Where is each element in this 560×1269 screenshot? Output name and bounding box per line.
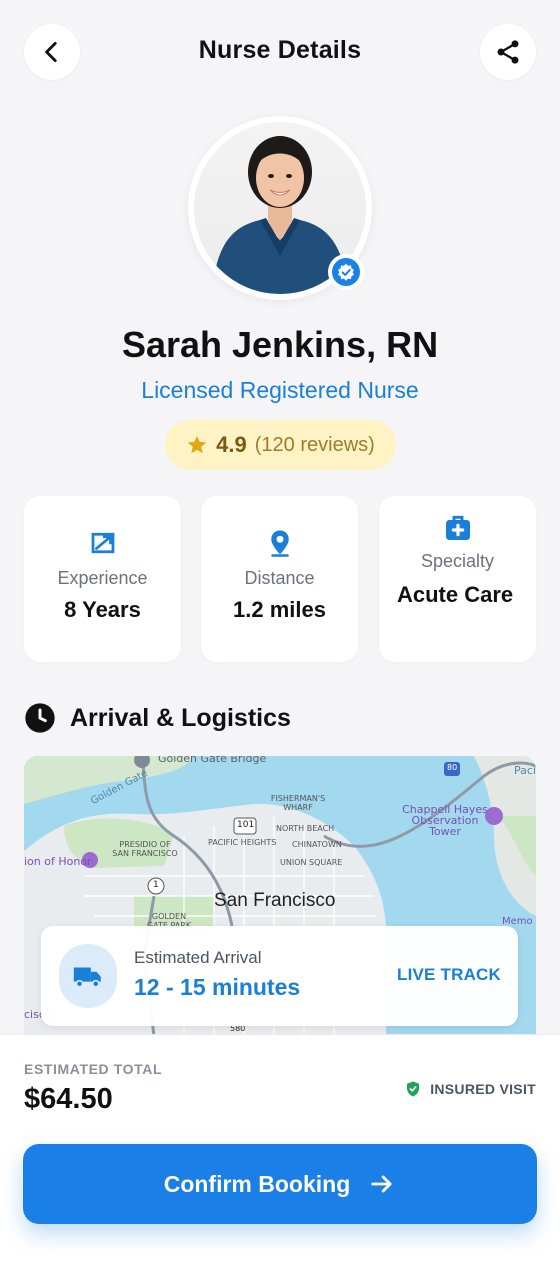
- map-label-legion-of-honor: ion of Honor: [24, 855, 92, 868]
- page-title: Nurse Details: [198, 36, 362, 64]
- map-label-north-beach: NORTH BEACH: [276, 824, 335, 833]
- insured-badge: INSURED VISIT: [404, 1080, 536, 1098]
- star-icon: [188, 435, 207, 454]
- app-header: Nurse Details: [0, 0, 560, 104]
- experience-value: 8 Years: [64, 597, 141, 622]
- truck-icon-wrap: [59, 944, 117, 1008]
- share-button[interactable]: [480, 24, 536, 80]
- arrow-right-icon: [371, 1175, 392, 1193]
- map-label-pacific-heights: PACIFIC HEIGHTS: [208, 838, 277, 847]
- map-label-chinatown: CHINATOWN: [292, 840, 342, 849]
- map-label-pacific: Paci: [514, 764, 536, 777]
- map-label-chappell-hayes: Chappell Hayes Observation Tower: [402, 803, 488, 838]
- specialty-card: Specialty Acute Care: [379, 496, 536, 662]
- map-label-route-80: 80: [447, 763, 458, 772]
- map-label-city: San Francisco: [214, 890, 336, 911]
- experience-label: Experience: [57, 568, 148, 588]
- medical-kit-icon: [445, 515, 470, 540]
- experience-icon: [91, 532, 114, 554]
- map-label-golden-gate-bridge: Golden Gate Bridge: [158, 756, 267, 765]
- map-label-route-101: 101: [237, 820, 255, 830]
- location-pin-icon: [270, 530, 289, 557]
- booking-footer: ESTIMATED TOTAL $64.50 INSURED VISIT Con…: [0, 1034, 560, 1269]
- insured-label: INSURED VISIT: [430, 1081, 536, 1097]
- map-label-route-1: 1: [153, 880, 159, 890]
- eta-value: 12 - 15 minutes: [134, 974, 301, 1000]
- confirm-booking-label: Confirm Booking: [163, 1170, 351, 1197]
- specialty-value: Acute Care: [397, 582, 514, 607]
- rating-score: 4.9: [216, 432, 247, 457]
- section-title: Arrival & Logistics: [70, 703, 291, 732]
- map-label-presidio: PRESIDIO OF SAN FRANCISCO: [112, 840, 178, 858]
- truck-icon: [73, 967, 101, 988]
- distance-value: 1.2 miles: [233, 597, 326, 622]
- share-icon: [497, 40, 519, 64]
- experience-card: Experience 8 Years: [24, 496, 181, 662]
- live-track-link[interactable]: LIVE TRACK: [397, 965, 501, 985]
- distance-label: Distance: [244, 568, 315, 588]
- arrival-card: Estimated Arrival 12 - 15 minutes LIVE T…: [41, 926, 518, 1026]
- nurse-role: Licensed Registered Nurse: [141, 377, 419, 403]
- review-count: (120 reviews): [254, 433, 375, 456]
- total-value: $64.50: [24, 1083, 113, 1115]
- distance-card: Distance 1.2 miles: [201, 496, 358, 662]
- rating-badge[interactable]: 4.9 (120 reviews): [165, 420, 396, 470]
- specialty-label: Specialty: [420, 551, 495, 571]
- map-label-fishermans-wharf: FISHERMAN'S WHARF: [270, 794, 326, 812]
- clock-icon: [25, 703, 55, 733]
- eta-label: Estimated Arrival: [134, 948, 262, 967]
- confirm-booking-button[interactable]: Confirm Booking: [23, 1144, 537, 1224]
- verified-badge-icon: [328, 254, 364, 290]
- logistics-heading: Arrival & Logistics: [24, 702, 291, 734]
- total-label: ESTIMATED TOTAL: [24, 1061, 163, 1077]
- map-label-union-square: UNION SQUARE: [280, 858, 343, 867]
- shield-check-icon: [407, 1081, 420, 1097]
- nurse-name: Sarah Jenkins, RN: [121, 324, 439, 365]
